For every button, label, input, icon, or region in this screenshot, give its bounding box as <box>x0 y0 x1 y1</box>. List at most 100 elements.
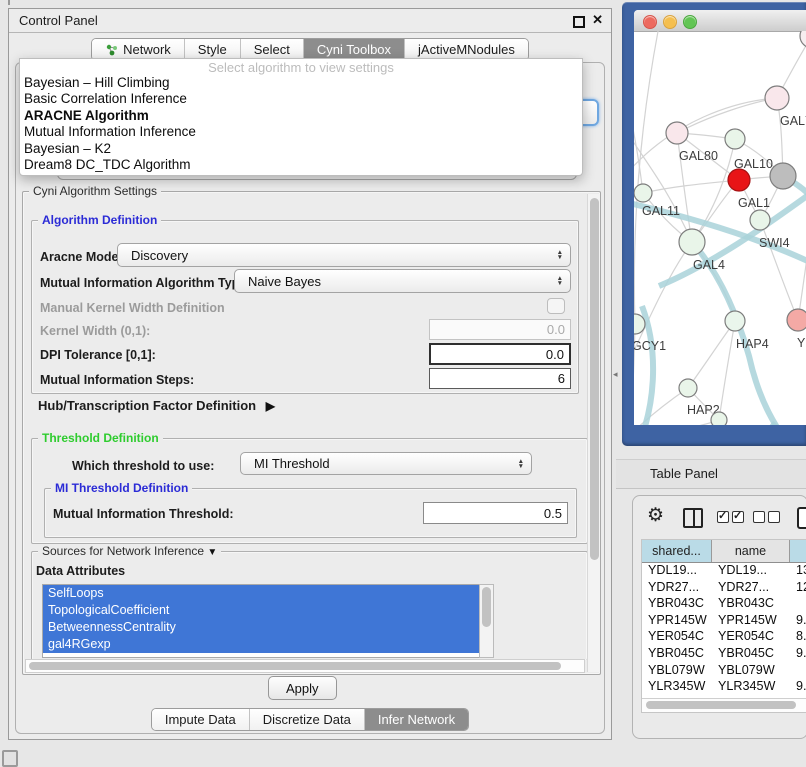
settings-vertical-scrollbar[interactable] <box>587 194 600 672</box>
which-threshold-combobox[interactable]: MI Threshold ▲▼ <box>240 452 532 475</box>
table-row[interactable]: YDL19...YDL19...13 <box>642 563 806 580</box>
mi-steps-field[interactable]: 6 <box>429 368 571 389</box>
cyni-algorithm-settings-group: Cyni Algorithm Settings Algorithm Defini… <box>22 191 601 675</box>
tab-jactivemnodules[interactable]: jActiveMNodules <box>404 39 528 60</box>
minimized-panel-icon[interactable] <box>2 750 18 767</box>
network-node-gal80[interactable] <box>666 122 688 144</box>
scrollbar-thumb[interactable] <box>590 198 599 560</box>
network-node-gray-node[interactable] <box>770 163 796 189</box>
network-graph[interactable]: GAL7GAL80GAL10GAL1GAL11SWI4GAL4GCY1HAP4Y… <box>634 31 806 425</box>
algorithm-option[interactable]: ARACNE Algorithm <box>20 108 582 124</box>
network-node-gal7[interactable] <box>765 86 789 110</box>
algorithm-option[interactable]: Bayesian – K2 <box>20 141 582 157</box>
table-row[interactable]: YBR043CYBR043C <box>642 596 806 613</box>
gear-icon[interactable]: ⚙ <box>647 504 664 527</box>
mi-threshold-field[interactable]: 0.5 <box>423 502 568 524</box>
table-cell: YLR345W <box>712 679 790 696</box>
node-table: shared...name YDL19...YDL19...13YDR27...… <box>641 539 806 713</box>
network-node-gal4[interactable] <box>679 229 705 255</box>
algorithm-option[interactable]: Mutual Information Inference <box>20 124 582 140</box>
mi-threshold-value: 0.5 <box>544 506 562 521</box>
network-node-gal11[interactable] <box>634 184 652 202</box>
network-edge[interactable] <box>677 98 777 133</box>
network-node-hap2[interactable] <box>679 379 697 397</box>
tab-style[interactable]: Style <box>184 39 240 60</box>
table-cell: YPR145W <box>642 613 712 630</box>
settings-horizontal-scrollbar[interactable] <box>25 659 585 673</box>
uncheck-all-icon[interactable] <box>753 510 783 528</box>
dpi-tolerance-field[interactable]: 0.0 <box>429 343 571 365</box>
manual-kernel-checkbox[interactable] <box>547 298 565 314</box>
network-edge[interactable] <box>643 180 739 193</box>
sources-title[interactable]: Sources for Network Inference ▼ <box>38 544 221 558</box>
data-attributes-list[interactable]: SelfLoopsTopologicalCoefficientBetweenne… <box>42 584 481 658</box>
tab-impute-data[interactable]: Impute Data <box>152 709 249 730</box>
network-edge[interactable] <box>798 211 806 320</box>
node-label-gal4: GAL4 <box>693 258 725 272</box>
table-cell: YER054C <box>712 629 790 646</box>
table-row[interactable]: YBL079WYBL079W <box>642 663 806 680</box>
split-columns-icon[interactable] <box>683 508 703 528</box>
network-view-window[interactable]: GAL7GAL80GAL10GAL1GAL11SWI4GAL4GCY1HAP4Y… <box>634 10 806 425</box>
network-node-top-node[interactable] <box>800 31 806 48</box>
check-all-icon[interactable] <box>717 510 747 528</box>
network-node-salmon-node[interactable] <box>787 309 806 331</box>
table-horizontal-scrollbar[interactable] <box>642 698 806 713</box>
column-header[interactable] <box>790 540 806 562</box>
table-row[interactable]: YLR345WYLR345W9. <box>642 679 806 696</box>
attribute-item-selected[interactable]: TopologicalCoefficient <box>43 602 480 619</box>
mac-minimize-button[interactable] <box>663 15 677 29</box>
network-node-bottom-node[interactable] <box>711 412 727 425</box>
column-header[interactable]: shared... <box>642 540 712 562</box>
mac-zoom-button[interactable] <box>683 15 697 29</box>
table-row[interactable]: YER054CYER054C8. <box>642 629 806 646</box>
scrollbar-thumb[interactable] <box>646 701 796 709</box>
tab-infer-network[interactable]: Infer Network <box>364 709 468 730</box>
float-window-icon[interactable] <box>573 16 585 28</box>
network-edge[interactable] <box>688 321 735 388</box>
network-edge[interactable] <box>719 321 735 420</box>
apply-button-label: Apply <box>286 681 319 696</box>
tab-select[interactable]: Select <box>240 39 303 60</box>
table-row[interactable]: YPR145WYPR145W9. <box>642 613 806 630</box>
tab-network[interactable]: Network <box>92 39 184 60</box>
network-edge[interactable] <box>634 388 688 425</box>
attribute-item-selected[interactable]: gal4RGexp <box>43 636 480 653</box>
algorithm-option[interactable]: Basic Correlation Inference <box>20 91 582 107</box>
attributes-scrollbar[interactable] <box>479 584 494 658</box>
tab-discretize-data[interactable]: Discretize Data <box>249 709 364 730</box>
table-row[interactable]: YBR045CYBR045C9. <box>642 646 806 663</box>
mi-type-value: Naive Bayes <box>235 274 557 289</box>
kernel-width-value: 0.0 <box>547 322 565 337</box>
tab-label: Select <box>254 42 290 57</box>
network-node-gal1[interactable] <box>728 169 750 191</box>
mac-close-button[interactable] <box>643 15 657 29</box>
network-node-swi4[interactable] <box>750 210 770 230</box>
threshold-definition-title: Threshold Definition <box>38 431 163 445</box>
panel-divider-handle[interactable]: ◂ <box>613 369 618 380</box>
attribute-item-selected[interactable]: BetweennessCentrality <box>43 619 480 636</box>
scrollbar-thumb[interactable] <box>29 662 561 670</box>
algorithm-option[interactable]: Bayesian – Hill Climbing <box>20 75 582 91</box>
tab-cyni-toolbox[interactable]: Cyni Toolbox <box>303 39 404 60</box>
scrollbar-thumb[interactable] <box>482 587 491 627</box>
network-edge[interactable] <box>634 31 659 324</box>
column-header[interactable]: name <box>712 540 790 562</box>
mi-type-combobox[interactable]: Naive Bayes ▲▼ <box>234 269 571 293</box>
node-label-salmon-node: Y <box>797 336 806 350</box>
apply-button[interactable]: Apply <box>268 676 337 700</box>
network-edge[interactable] <box>760 220 798 320</box>
kernel-width-field[interactable]: 0.0 <box>429 319 571 340</box>
network-node-hap4[interactable] <box>725 311 745 331</box>
close-icon[interactable]: ✕ <box>592 12 603 28</box>
hub-definition-toggle[interactable]: Hub/Transcription Factor Definition ▶ <box>38 398 275 413</box>
network-node-gal10[interactable] <box>725 129 745 149</box>
table-partial-icon[interactable] <box>797 507 806 529</box>
attribute-item-selected[interactable]: SelfLoops <box>43 585 480 602</box>
table-row[interactable]: YDR27...YDR27...12 <box>642 580 806 597</box>
algorithm-option[interactable]: Dream8 DC_TDC Algorithm <box>20 157 582 173</box>
tab-label: Cyni Toolbox <box>317 42 391 57</box>
table-cell: YLR345W <box>642 679 712 696</box>
table-cell: YBL079W <box>712 663 790 680</box>
aracne-mode-combobox[interactable]: Discovery ▲▼ <box>117 243 571 267</box>
